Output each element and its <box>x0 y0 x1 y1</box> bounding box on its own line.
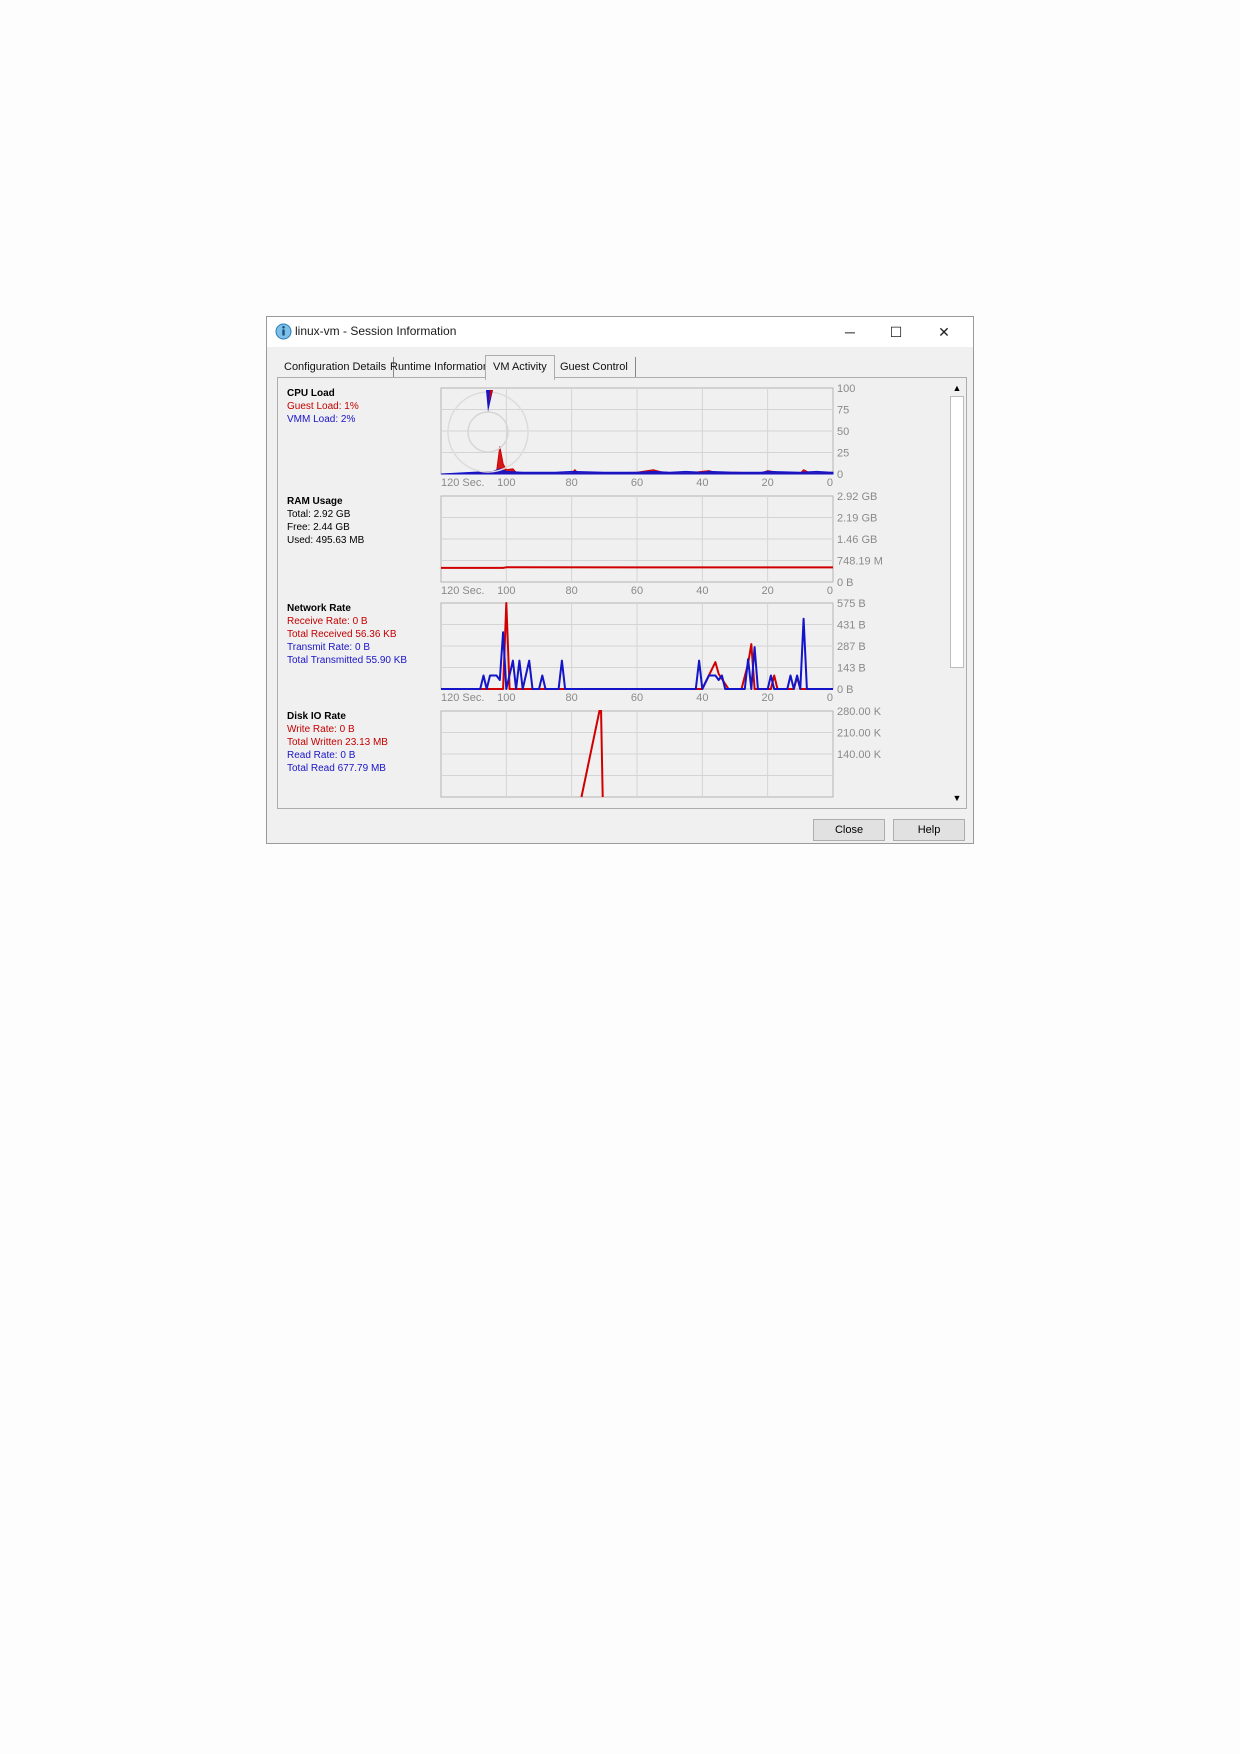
ram-y-tick: 2.19 GB <box>837 513 877 525</box>
cpu-x-tick: 100 <box>497 477 515 489</box>
ram-x-tick: 120 Sec. <box>441 585 484 597</box>
cpu-x-tick: 20 <box>762 477 774 489</box>
network-x-tick: 100 <box>497 692 515 704</box>
disk-y-tick: 140.00 K <box>837 749 882 761</box>
activity-graphs: 100 75 50 25 0 120 Sec. 100 80 60 40 20 0 2.92 GB 2.1… <box>440 383 883 798</box>
ram-x-tick: 20 <box>762 585 774 597</box>
network-y-tick: 287 B <box>837 641 866 653</box>
ram-y-tick: 1.46 GB <box>837 534 877 546</box>
ram-x-tick: 0 <box>827 585 833 597</box>
maximize-button[interactable]: ☐ <box>873 317 919 347</box>
tab-guest-control[interactable]: Guest Control <box>553 357 636 377</box>
network-x-tick: 20 <box>762 692 774 704</box>
close-button[interactable]: Close <box>813 819 885 841</box>
network-y-tick: 143 B <box>837 663 866 675</box>
title-bar: linux-vm - Session Information ─ ☐ ✕ <box>267 317 973 347</box>
cpu-y-tick: 75 <box>837 405 849 417</box>
close-window-button[interactable]: ✕ <box>921 317 967 347</box>
virtualbox-info-icon <box>275 323 292 340</box>
cpu-y-tick: 100 <box>837 383 855 395</box>
ram-x-tick: 40 <box>696 585 708 597</box>
cpu-x-tick: 60 <box>631 477 643 489</box>
minimize-button[interactable]: ─ <box>827 317 873 347</box>
tab-configuration-details[interactable]: Configuration Details <box>277 357 395 377</box>
disk-y-tick: 280.00 K <box>837 706 882 718</box>
vertical-scrollbar[interactable]: ▲ ▼ <box>948 378 966 808</box>
tab-runtime-information[interactable]: Runtime Information <box>383 357 498 377</box>
window-title: linux-vm - Session Information <box>295 324 457 338</box>
cpu-y-tick: 0 <box>837 469 843 481</box>
cpu-y-tick: 25 <box>837 448 849 460</box>
scroll-up-arrow-icon[interactable]: ▲ <box>948 380 966 396</box>
network-y-tick: 0 B <box>837 684 854 696</box>
cpu-x-tick: 0 <box>827 477 833 489</box>
ram-y-tick: 0 B <box>837 577 854 589</box>
cpu-x-tick: 40 <box>696 477 708 489</box>
disk-y-tick: 210.00 K <box>837 728 882 740</box>
ram-x-tick: 80 <box>566 585 578 597</box>
ram-y-tick: 748.19 M <box>837 556 883 568</box>
session-info-window: linux-vm - Session Information ─ ☐ ✕ Con… <box>266 316 974 844</box>
tab-vm-activity[interactable]: VM Activity <box>485 355 555 380</box>
help-button[interactable]: Help <box>893 819 965 841</box>
network-x-tick: 60 <box>631 692 643 704</box>
network-x-tick: 0 <box>827 692 833 704</box>
network-y-tick: 431 B <box>837 620 866 632</box>
vm-activity-panel: CPU Load Guest Load: 1% VMM Load: 2% RAM… <box>277 377 967 809</box>
network-x-tick: 120 Sec. <box>441 692 484 704</box>
ram-x-tick: 100 <box>497 585 515 597</box>
ram-series-0-line <box>441 566 834 569</box>
network-x-tick: 40 <box>696 692 708 704</box>
scroll-thumb[interactable] <box>950 396 964 668</box>
ram-y-tick: 2.92 GB <box>837 491 877 503</box>
cpu-x-tick: 120 Sec. <box>441 477 484 489</box>
network-y-tick: 575 B <box>837 598 866 610</box>
cpu-y-tick: 50 <box>837 426 849 438</box>
ram-x-tick: 60 <box>631 585 643 597</box>
cpu-x-tick: 80 <box>566 477 578 489</box>
scroll-down-arrow-icon[interactable]: ▼ <box>948 790 966 806</box>
network-x-tick: 80 <box>566 692 578 704</box>
